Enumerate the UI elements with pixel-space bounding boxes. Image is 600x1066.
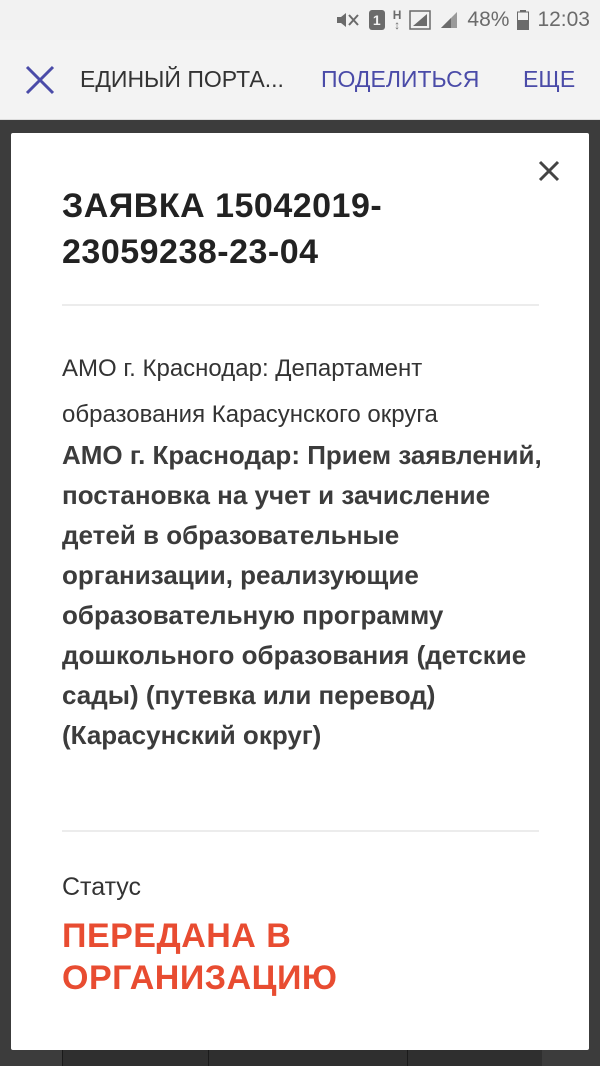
application-number-heading: ЗАЯВКА 15042019-23059238-23-04 [62, 187, 383, 271]
network-type-indicator: H ↕ [392, 8, 402, 32]
close-icon [25, 65, 55, 94]
close-tab-button[interactable] [0, 40, 80, 120]
status-label: Статус [62, 873, 142, 901]
divider [62, 304, 539, 306]
share-button[interactable]: ПОДЕЛИТЬСЯ [321, 66, 501, 93]
more-button[interactable]: ЕЩЕ [523, 66, 575, 93]
battery-icon [517, 10, 530, 30]
browser-toolbar: ЕДИНЫЙ ПОРТА... ПОДЕЛИТЬСЯ ЕЩЕ [0, 40, 600, 120]
status-value: ПЕРЕДАНА В ОРГАНИЗАЦИЮ [62, 917, 338, 997]
close-icon [538, 160, 560, 182]
page-title: ЕДИНЫЙ ПОРТА... [80, 66, 284, 92]
clock: 12:03 [537, 8, 590, 31]
signal-icon-2 [439, 10, 459, 30]
mute-icon [335, 10, 361, 30]
battery-percent: 48% [467, 8, 510, 31]
department-name: АМО г. Краснодар: Департамент образовани… [62, 355, 438, 428]
modal-close-button[interactable] [529, 151, 569, 191]
status-bar: 1 H ↕ 48% 12:03 [0, 0, 600, 40]
service-name: АМО г. Краснодар: Прием заявлений, поста… [62, 440, 542, 750]
application-details-modal: ЗАЯВКА 15042019-23059238-23-04 АМО г. Кр… [11, 133, 589, 1050]
divider [62, 830, 539, 832]
signal-icon-1 [409, 10, 432, 30]
sim-badge: 1 [368, 10, 385, 30]
